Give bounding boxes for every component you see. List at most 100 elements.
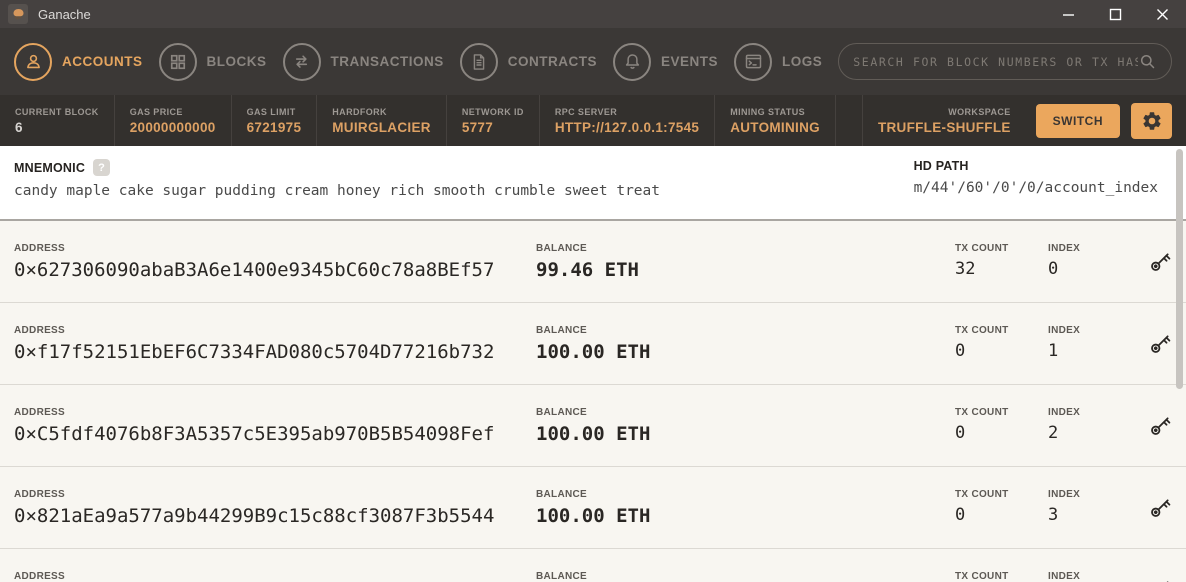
account-address: 0×821aEa9a577a9b44299B9c15c88cf3087F3b55… [14,505,536,527]
stat-value: 20000000000 [130,120,216,135]
stat-value: HTTP://127.0.0.1:7545 [555,120,699,135]
account-tx-count: 0 [955,505,1048,527]
account-index: 0 [1048,259,1140,281]
stat-rpc-server: RPC SERVER HTTP://127.0.0.1:7545 [540,95,715,146]
tab-accounts-label: ACCOUNTS [62,54,143,69]
stat-label: GAS PRICE [130,107,216,117]
account-list: ADDRESS 0×627306090abaB3A6e1400e9345bC60… [0,221,1186,582]
blocks-icon [159,43,197,81]
search-box[interactable] [838,43,1172,80]
tab-logs[interactable]: LOGS [734,43,822,81]
stat-workspace: WORKSPACE TRUFFLE-SHUFFLE [862,95,1026,146]
help-icon[interactable]: ? [93,159,110,176]
tx-count-label: TX COUNT [955,407,1048,418]
stat-label: RPC SERVER [555,107,699,117]
tx-count-label: TX COUNT [955,571,1048,582]
address-label: ADDRESS [14,571,536,582]
stat-current-block: CURRENT BLOCK 6 [0,95,115,146]
mnemonic-section: MNEMONIC ? candy maple cake sugar puddin… [14,159,660,219]
tx-count-label: TX COUNT [955,489,1048,500]
transactions-icon [283,43,321,81]
stat-value: 5777 [462,120,524,135]
account-balance: 99.46 ETH [536,259,955,281]
workspace-label: WORKSPACE [948,107,1010,117]
scrollbar[interactable] [1176,149,1183,389]
stat-value: 6721975 [247,120,302,135]
tx-count-label: TX COUNT [955,325,1048,336]
balance-label: BALANCE [536,489,955,500]
show-private-key-button[interactable] [1140,406,1180,446]
tab-events-label: EVENTS [661,54,718,69]
switch-workspace-button[interactable]: SWITCH [1036,104,1120,138]
balance-label: BALANCE [536,325,955,336]
ganache-logo-icon [8,4,28,24]
tab-blocks-label: BLOCKS [207,54,267,69]
key-icon [1147,576,1174,582]
key-icon [1147,330,1174,357]
account-index: 3 [1048,505,1140,527]
stat-label: MINING STATUS [730,107,820,117]
window-title: Ganache [38,7,91,22]
account-address: 0×C5fdf4076b8F3A5357c5E395ab970B5B54098F… [14,423,536,445]
tab-blocks[interactable]: BLOCKS [159,43,267,81]
index-label: INDEX [1048,407,1140,418]
show-private-key-button[interactable] [1140,488,1180,528]
account-balance: 100.00 ETH [536,505,955,527]
events-icon [613,43,651,81]
account-tx-count: 32 [955,259,1048,281]
balance-label: BALANCE [536,571,955,582]
address-label: ADDRESS [14,325,536,336]
search-input[interactable] [853,55,1138,69]
stat-network-id: NETWORK ID 5777 [447,95,540,146]
mnemonic-phrase: candy maple cake sugar pudding cream hon… [14,183,660,199]
tab-transactions[interactable]: TRANSACTIONS [283,43,444,81]
hd-path-value: m/44'/60'/0'/0/account_index [914,180,1158,196]
search-icon[interactable] [1138,52,1157,71]
account-tx-count: 0 [955,341,1048,363]
show-private-key-button[interactable] [1140,324,1180,364]
key-icon [1147,412,1174,439]
stat-value: AUTOMINING [730,120,820,135]
show-private-key-button[interactable] [1140,570,1180,582]
account-row[interactable]: ADDRESS 0×821aEa9a577a9b44299B9c15c88cf3… [0,467,1186,549]
account-row[interactable]: ADDRESS 0×627306090abaB3A6e1400e9345bC60… [0,221,1186,303]
account-row[interactable]: ADDRESS BALANCE TX COUNT INDEX [0,549,1186,582]
account-address: 0×f17f52151EbEF6C7334FAD080c5704D77216b7… [14,341,536,363]
mnemonic-label: MNEMONIC [14,161,85,175]
account-balance: 100.00 ETH [536,341,955,363]
window-controls [1045,0,1186,28]
statusbar-spacer [836,95,862,146]
stat-hardfork: HARDFORK MUIRGLACIER [317,95,447,146]
account-index: 2 [1048,423,1140,445]
stat-gas-price: GAS PRICE 20000000000 [115,95,232,146]
minimize-button[interactable] [1045,0,1092,28]
ganache-window: Ganache ACCOUNTS [0,0,1186,582]
close-button[interactable] [1139,0,1186,28]
stat-label: NETWORK ID [462,107,524,117]
index-label: INDEX [1048,571,1140,582]
tab-accounts[interactable]: ACCOUNTS [14,43,143,81]
tab-contracts[interactable]: CONTRACTS [460,43,597,81]
key-icon [1147,248,1174,275]
account-index: 1 [1048,341,1140,363]
show-private-key-button[interactable] [1140,242,1180,282]
account-row[interactable]: ADDRESS 0×C5fdf4076b8F3A5357c5E395ab970B… [0,385,1186,467]
tab-events[interactable]: EVENTS [613,43,718,81]
stat-label: CURRENT BLOCK [15,107,99,117]
account-row[interactable]: ADDRESS 0×f17f52151EbEF6C7334FAD080c5704… [0,303,1186,385]
account-tx-count: 0 [955,423,1048,445]
stat-mining-status: MINING STATUS AUTOMINING [715,95,836,146]
account-balance: 100.00 ETH [536,423,955,445]
tx-count-label: TX COUNT [955,243,1048,254]
gear-icon [1141,110,1163,132]
hd-path-section: HD PATH m/44'/60'/0'/0/account_index [914,159,1172,219]
stat-label: HARDFORK [332,107,431,117]
navbar: ACCOUNTS BLOCKS TRANSACTIONS [0,28,1186,95]
contracts-icon [460,43,498,81]
address-label: ADDRESS [14,407,536,418]
settings-button[interactable] [1131,103,1172,139]
maximize-button[interactable] [1092,0,1139,28]
balance-label: BALANCE [536,407,955,418]
index-label: INDEX [1048,489,1140,500]
workspace-value: TRUFFLE-SHUFFLE [878,120,1011,135]
